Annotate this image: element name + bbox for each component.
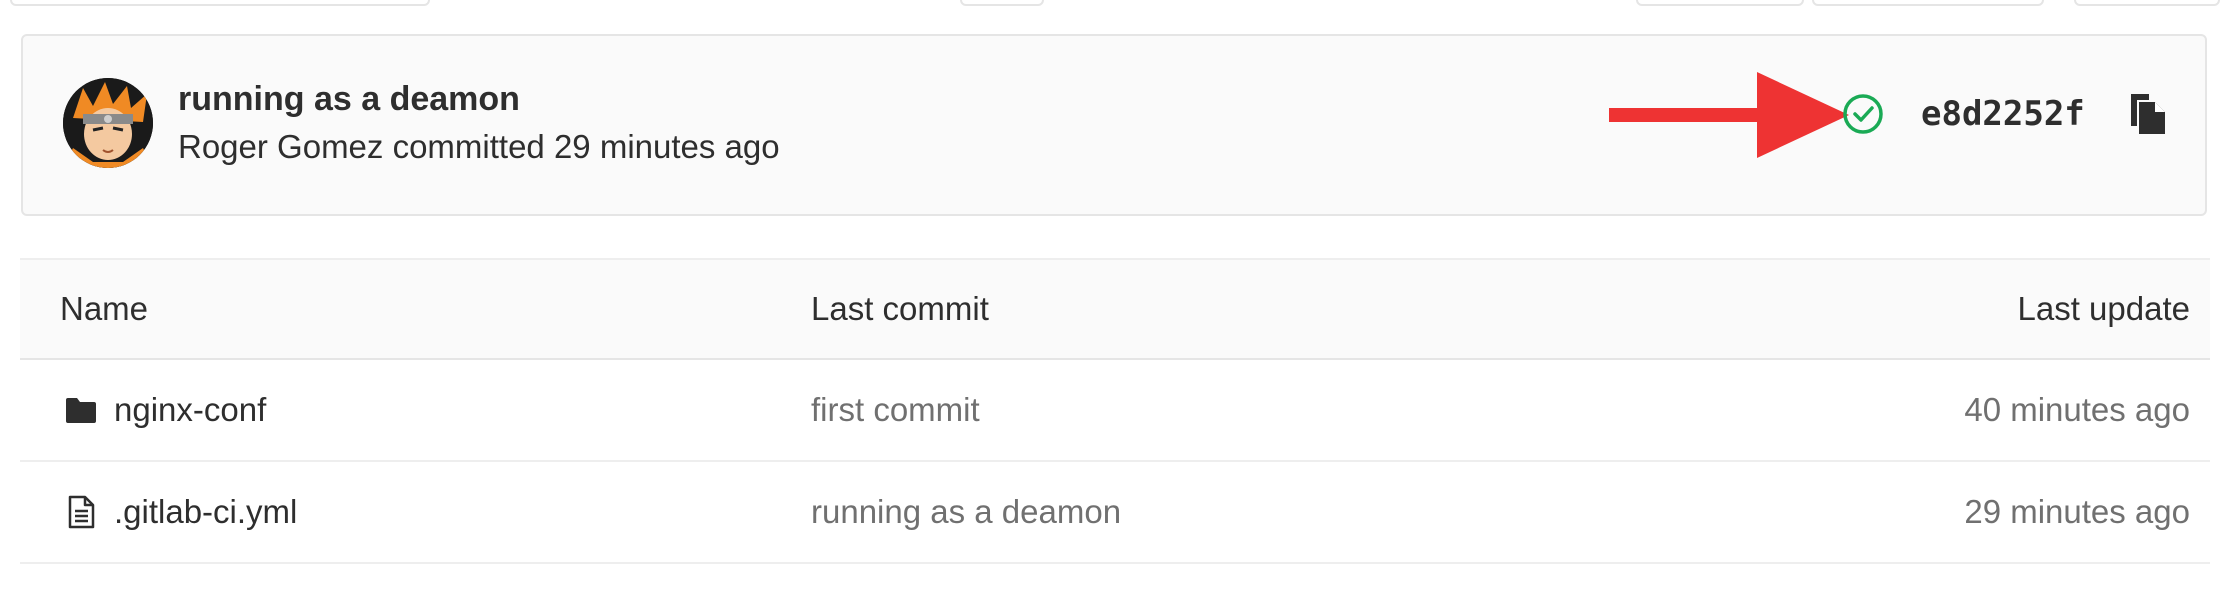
table-header: Name Last commit Last update	[20, 258, 2210, 360]
toolbar-button-partial-5[interactable]	[2074, 0, 2220, 6]
row-last-commit-cell: running as a deamon	[811, 462, 1121, 562]
author-avatar[interactable]	[63, 78, 153, 168]
commit-title-link[interactable]: running as a deamon	[178, 80, 520, 119]
copy-sha-icon[interactable]	[2127, 92, 2167, 136]
commit-message-link[interactable]: first commit	[811, 391, 980, 429]
commit-author-meta: Roger Gomez committed 29 minutes ago	[178, 128, 780, 165]
row-name-cell: .gitlab-ci.yml	[64, 462, 297, 562]
file-text-icon	[68, 495, 95, 529]
row-last-commit-cell: first commit	[811, 360, 980, 460]
file-link[interactable]: .gitlab-ci.yml	[114, 493, 297, 531]
commit-sha-link[interactable]: e8d2252f	[1921, 94, 2085, 134]
header-last-update: Last update	[2017, 290, 2190, 327]
table-row[interactable]: .gitlab-ci.yml running as a deamon 29 mi…	[20, 462, 2210, 564]
file-tree-table: Name Last commit Last update nginx-conf …	[20, 258, 2210, 564]
avatar-image	[63, 78, 153, 168]
top-toolbar	[0, 0, 2220, 8]
row-name-cell: nginx-conf	[64, 360, 266, 460]
row-last-update-cell: 29 minutes ago	[1964, 493, 2190, 530]
toolbar-button-partial-2[interactable]	[960, 0, 1044, 6]
row-last-update-cell: 40 minutes ago	[1964, 391, 2190, 428]
folder-icon	[66, 398, 96, 423]
annotation-arrow	[1609, 72, 1849, 158]
pipeline-passed-icon[interactable]	[1841, 92, 1885, 136]
header-last-commit: Last commit	[811, 290, 989, 327]
toolbar-button-partial-3[interactable]	[1636, 0, 1804, 6]
toolbar-button-partial-1[interactable]	[10, 0, 430, 6]
table-row[interactable]: nginx-conf first commit 40 minutes ago	[20, 360, 2210, 462]
file-link[interactable]: nginx-conf	[114, 391, 266, 429]
commit-message-link[interactable]: running as a deamon	[811, 493, 1121, 531]
toolbar-button-partial-4[interactable]	[1812, 0, 2044, 6]
header-name: Name	[60, 290, 149, 327]
last-commit-card: running as a deamon Roger Gomez committe…	[21, 34, 2207, 216]
